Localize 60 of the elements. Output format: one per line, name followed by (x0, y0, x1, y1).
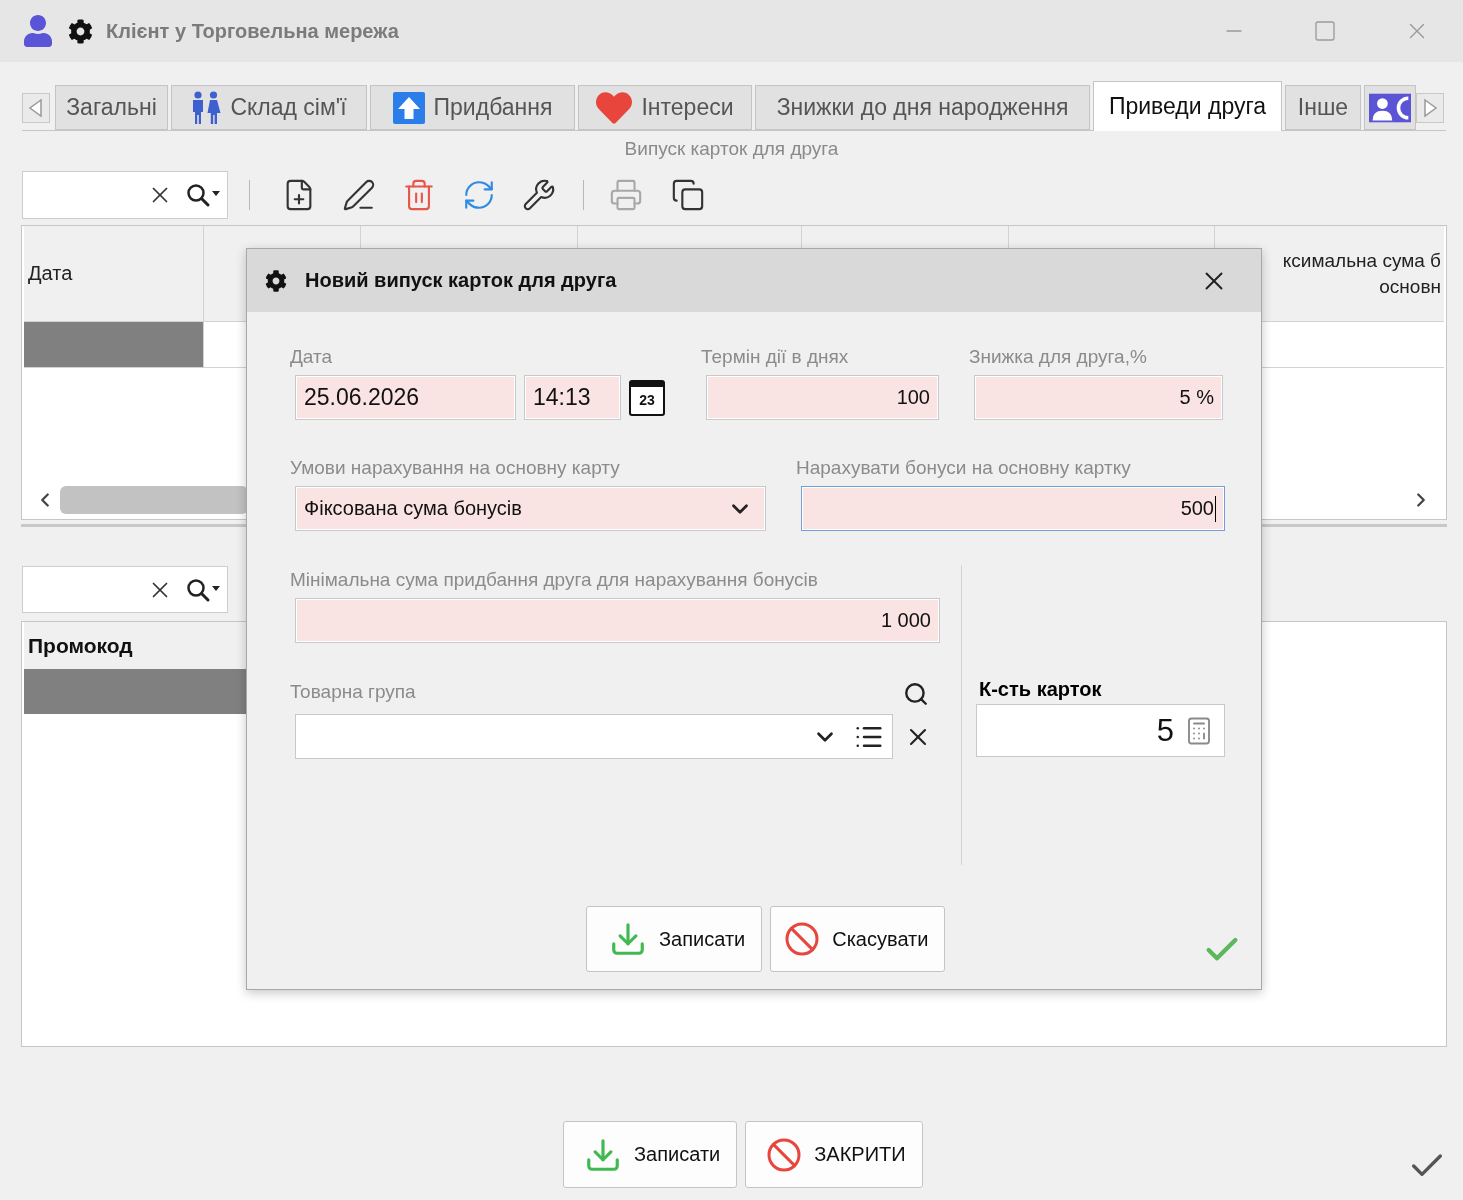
search-field[interactable] (22, 171, 228, 219)
pencil-icon[interactable] (342, 178, 376, 212)
days-field[interactable]: 100 (706, 375, 939, 420)
contact-icon (1369, 91, 1411, 124)
tab[interactable]: Загальні (55, 85, 168, 130)
selected-row-cell[interactable] (24, 322, 204, 367)
settings-icon[interactable] (265, 269, 287, 292)
field-label: Нарахувати бонуси на основну картку (796, 457, 1131, 479)
tab[interactable]: Придбання (370, 85, 575, 130)
tab[interactable] (1364, 85, 1416, 130)
dropdown-field[interactable]: Фіксована сума бонусів (295, 486, 766, 531)
tab[interactable]: Приведи друга (1093, 81, 1282, 131)
field-label: Товарна група (290, 681, 416, 703)
tab-scroll-left-icon[interactable] (22, 93, 50, 123)
time-field[interactable]: 14:13 (524, 375, 621, 420)
tab[interactable]: Склад сім'ї (171, 85, 367, 130)
user-icon (22, 15, 54, 47)
search-icon[interactable] (903, 681, 929, 707)
save-button[interactable]: Записати (586, 906, 763, 972)
field-label: Мінімальна сума придбання друга для нарахування бонусів (290, 569, 818, 591)
column-header: Дата (28, 262, 73, 285)
search-icon[interactable] (185, 182, 221, 208)
field-label: К-сть карток (979, 678, 1102, 700)
tab-scroll-right-icon[interactable] (1416, 93, 1444, 123)
save-button[interactable]: Записати (563, 1121, 738, 1188)
discount-field[interactable]: 5 % (974, 375, 1223, 420)
tab[interactable]: Інше (1285, 85, 1361, 130)
scrollbar-thumb[interactable] (60, 486, 248, 514)
column-header: Промокод (28, 633, 133, 658)
refresh-icon[interactable] (462, 178, 496, 212)
count-field[interactable]: 5 (976, 704, 1225, 757)
window-title: Клієнт у Торговельна мережа (106, 19, 399, 43)
combo-field[interactable] (295, 714, 893, 759)
bonus-field[interactable]: 500 (801, 486, 1225, 531)
selected-row-cell[interactable] (24, 669, 246, 714)
dialog-title: Новий випуск карток для друга (305, 269, 617, 292)
cancel-button[interactable]: Скасувати (770, 906, 946, 972)
prohibition-icon (784, 921, 821, 957)
search-icon[interactable] (185, 576, 221, 603)
date-field[interactable]: 25.06.2026 (295, 375, 516, 420)
wrench-icon[interactable] (522, 178, 556, 212)
section-title: Випуск карток для друга (624, 138, 839, 160)
settings-icon[interactable] (68, 18, 93, 44)
field-label: Знижка для друга,% (969, 346, 1147, 368)
search-field[interactable] (22, 566, 228, 613)
people-icon (191, 90, 222, 125)
field-label: Термін дії в днях (701, 346, 849, 368)
calendar-button[interactable]: 23 (629, 379, 665, 416)
column-header: ксимальна сума б основн (1282, 248, 1441, 299)
trash-icon[interactable] (402, 178, 436, 212)
tab[interactable]: Знижки до дня народження (755, 85, 1090, 130)
download-icon (609, 920, 647, 958)
copy-icon[interactable] (671, 178, 705, 212)
field-label: Умови нарахування на основну карту (290, 457, 620, 479)
amount-field[interactable]: 1 000 (295, 598, 940, 643)
field-label: Дата (290, 346, 333, 368)
close-button[interactable]: ЗАКРИТИ (745, 1121, 923, 1188)
heart-icon (596, 89, 633, 126)
prohibition-icon (766, 1136, 803, 1173)
tab[interactable]: Інтереси (578, 85, 752, 130)
